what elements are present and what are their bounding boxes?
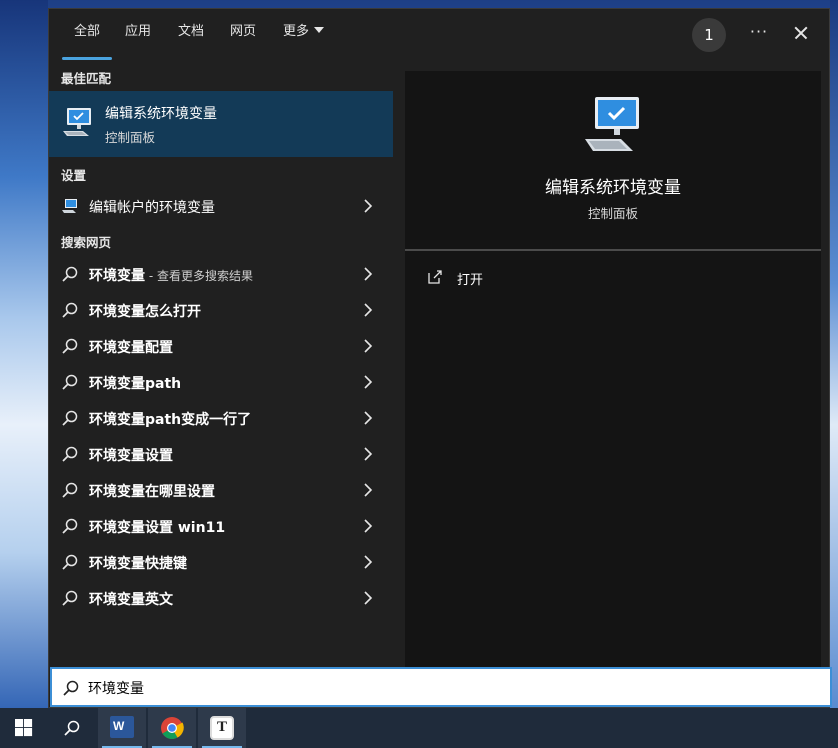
search-icon — [62, 410, 78, 426]
chevron-right-icon — [364, 519, 373, 533]
typora-icon-letter: T — [217, 719, 228, 735]
start-search-panel: 全部 应用 文档 网页 更多 1 ··· 最佳匹配 编辑系统环境变量 控制面板 … — [48, 8, 830, 708]
web-result-label: 环境变量怎么打开 — [89, 301, 201, 321]
web-result-label: 环境变量配置 — [89, 337, 173, 357]
tab-web[interactable]: 网页 — [230, 21, 256, 43]
web-result-text: 环境变量快捷键 — [89, 556, 187, 572]
taskbar-typora[interactable]: T — [198, 708, 246, 748]
web-result-text: 环境变量设置 — [89, 448, 173, 464]
chevron-right-icon — [364, 447, 373, 461]
web-result-item[interactable]: 环境变量快捷键 — [49, 545, 393, 579]
web-result-label: 环境变量英文 — [89, 589, 173, 609]
monitor-settings-icon — [62, 199, 77, 213]
chevron-right-icon — [364, 483, 373, 497]
settings-item-label: 编辑帐户的环境变量 — [89, 200, 215, 216]
word-icon-letter: W — [113, 719, 125, 733]
web-result-item[interactable]: 环境变量path变成一行了 — [49, 401, 393, 435]
tab-more[interactable]: 更多 — [283, 21, 325, 43]
web-result-label: 环境变量在哪里设置 — [89, 481, 215, 501]
search-icon — [62, 446, 78, 462]
windows-start-icon — [15, 719, 33, 737]
search-icon — [62, 590, 78, 606]
section-settings: 设置 — [61, 168, 87, 183]
web-result-item[interactable]: 环境变量 - 查看更多搜索结果 — [49, 257, 393, 291]
search-icon — [62, 518, 78, 534]
search-icon — [64, 720, 80, 736]
best-match-subtitle: 控制面板 — [105, 130, 156, 145]
word-icon: W — [110, 716, 134, 738]
chevron-right-icon — [364, 199, 373, 213]
web-result-text: 环境变量配置 — [89, 340, 173, 356]
search-icon — [62, 338, 78, 354]
search-icon — [62, 482, 78, 498]
web-result-label: 环境变量快捷键 — [89, 553, 187, 573]
preview-divider — [405, 249, 821, 251]
search-icon — [62, 266, 78, 282]
web-result-item[interactable]: 环境变量path — [49, 365, 393, 399]
section-web-search: 搜索网页 — [61, 235, 112, 250]
taskbar-word[interactable]: W — [98, 708, 146, 748]
web-result-item[interactable]: 环境变量设置 win11 — [49, 509, 393, 543]
web-result-label: 环境变量设置 — [89, 445, 173, 465]
section-best-match: 最佳匹配 — [61, 71, 112, 86]
rewards-badge[interactable]: 1 — [692, 18, 726, 52]
settings-item-account-env[interactable]: 编辑帐户的环境变量 — [49, 189, 393, 223]
web-result-item[interactable]: 环境变量配置 — [49, 329, 393, 363]
tab-apps[interactable]: 应用 — [125, 21, 151, 43]
taskbar: W T — [0, 708, 838, 748]
chevron-right-icon — [364, 303, 373, 317]
search-icon — [62, 374, 78, 390]
web-result-text: 环境变量path变成一行了 — [89, 412, 252, 428]
search-box[interactable] — [50, 667, 832, 707]
chevron-right-icon — [364, 411, 373, 425]
search-tabs-bar: 全部 应用 文档 网页 更多 1 ··· — [49, 9, 831, 65]
more-options-button[interactable]: ··· — [746, 19, 772, 47]
chevron-right-icon — [364, 339, 373, 353]
chevron-right-icon — [364, 375, 373, 389]
search-input[interactable] — [88, 677, 788, 699]
web-result-item[interactable]: 环境变量在哪里设置 — [49, 473, 393, 507]
close-icon[interactable] — [787, 19, 815, 47]
best-match-item[interactable]: 编辑系统环境变量 控制面板 — [49, 91, 393, 157]
open-external-icon — [428, 270, 442, 284]
tab-documents[interactable]: 文档 — [178, 21, 204, 43]
web-result-text: 环境变量怎么打开 — [89, 304, 201, 320]
open-action-label: 打开 — [457, 273, 484, 288]
web-result-label: 环境变量 - 查看更多搜索结果 — [89, 265, 253, 285]
chrome-icon — [161, 717, 184, 739]
web-result-text: 环境变量英文 — [89, 592, 173, 608]
chevron-down-icon — [314, 27, 325, 33]
monitor-check-icon — [585, 97, 639, 151]
web-result-text: 环境变量path — [89, 376, 182, 392]
desktop-wallpaper-left — [0, 0, 48, 708]
tab-more-label: 更多 — [283, 24, 310, 39]
preview-pane: 编辑系统环境变量 控制面板 打开 — [405, 71, 821, 667]
web-result-hint: - 查看更多搜索结果 — [145, 269, 253, 283]
web-result-label: 环境变量设置 win11 — [89, 517, 225, 537]
chevron-right-icon — [364, 267, 373, 281]
web-result-label: 环境变量path — [89, 373, 181, 393]
search-icon — [62, 554, 78, 570]
chevron-right-icon — [364, 555, 373, 569]
tab-all[interactable]: 全部 — [61, 21, 113, 60]
web-result-item[interactable]: 环境变量怎么打开 — [49, 293, 393, 327]
web-result-text: 环境变量在哪里设置 — [89, 484, 215, 500]
desktop-wallpaper-right — [830, 0, 838, 708]
taskbar-search-button[interactable] — [48, 708, 96, 748]
chevron-right-icon — [364, 591, 373, 605]
preview-subtitle: 控制面板 — [587, 206, 638, 221]
web-result-item[interactable]: 环境变量英文 — [49, 581, 393, 615]
preview-title: 编辑系统环境变量 — [545, 178, 681, 198]
best-match-title: 编辑系统环境变量 — [105, 106, 217, 122]
typora-icon: T — [210, 716, 234, 740]
web-result-text: 环境变量设置 win11 — [89, 520, 226, 536]
search-icon — [63, 680, 79, 696]
web-result-text: 环境变量 — [89, 268, 145, 284]
taskbar-chrome[interactable] — [148, 708, 196, 748]
search-icon — [62, 302, 78, 318]
web-result-label: 环境变量path变成一行了 — [89, 409, 251, 429]
monitor-check-icon — [63, 108, 91, 136]
start-button[interactable] — [0, 708, 48, 748]
web-result-item[interactable]: 环境变量设置 — [49, 437, 393, 471]
